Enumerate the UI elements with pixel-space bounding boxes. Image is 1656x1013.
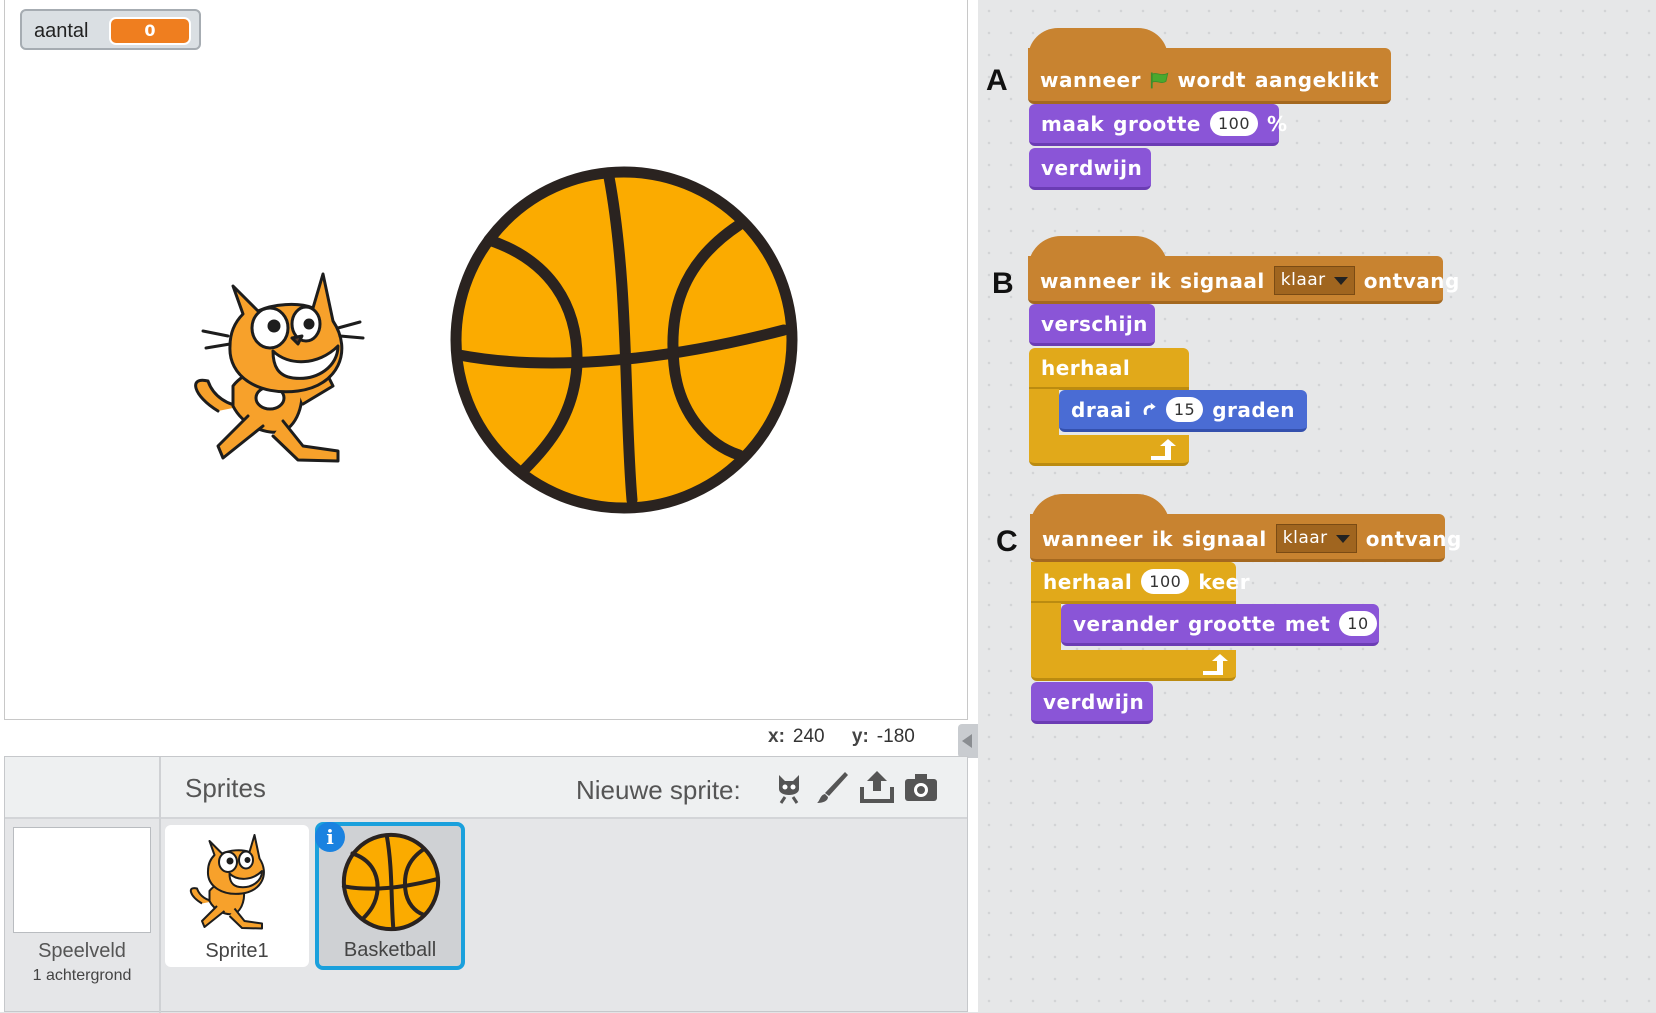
stage-column: Speelveld 1 achtergrond bbox=[5, 757, 161, 1013]
dropdown-value: klaar bbox=[1280, 270, 1326, 290]
size-input[interactable]: 100 bbox=[1210, 111, 1259, 136]
stage-panel: aantal 0 x: 240 y: -180 Speelveld 1 acht… bbox=[0, 0, 978, 1013]
stage[interactable]: aantal 0 bbox=[4, 0, 968, 720]
block-word: verdwijn bbox=[1043, 689, 1145, 714]
block-word: wanneer bbox=[1042, 526, 1143, 551]
arrow-left-icon bbox=[962, 734, 972, 748]
stage-backdrop-count: 1 achtergrond bbox=[32, 967, 132, 984]
basketball-thumbnail bbox=[341, 832, 441, 932]
block-word: wanneer bbox=[1040, 268, 1141, 293]
sprite-tile-sprite1[interactable]: Sprite1 bbox=[165, 825, 309, 967]
when-i-receive-block[interactable]: wanneer ik signaal klaar ontvang bbox=[1028, 256, 1459, 304]
new-sprite-label: Nieuwe sprite: bbox=[576, 775, 741, 805]
y-value: -180 bbox=[876, 726, 915, 747]
when-flag-clicked-block[interactable]: wanneer wordt aangeklikt bbox=[1028, 48, 1391, 104]
loop-arrow-icon bbox=[1203, 654, 1228, 675]
sprites-header: Sprites Nieuwe sprite: bbox=[161, 757, 967, 819]
stage-label: Speelveld bbox=[38, 940, 126, 962]
block-word: herhaal bbox=[1041, 355, 1131, 380]
block-word: grootte bbox=[1187, 611, 1276, 636]
block-word: verschijn bbox=[1041, 311, 1148, 336]
variable-monitor[interactable]: aantal 0 bbox=[20, 9, 201, 50]
set-size-block[interactable]: maak grootte 100 % bbox=[1029, 104, 1287, 146]
stage-column-header bbox=[5, 757, 159, 819]
block-word: % bbox=[1267, 111, 1288, 136]
block-word: aangeklikt bbox=[1255, 67, 1379, 92]
block-word: ontvang bbox=[1363, 268, 1460, 293]
script-label-b: B bbox=[992, 267, 1014, 300]
green-flag-icon bbox=[1150, 71, 1169, 88]
forever-block[interactable]: herhaal bbox=[1029, 348, 1189, 390]
block-word: maak bbox=[1041, 111, 1105, 136]
repeat-arm bbox=[1031, 603, 1061, 653]
block-word: herhaal bbox=[1043, 569, 1133, 594]
sprite-tile-basketball[interactable]: i Basketball bbox=[315, 822, 465, 970]
show-block[interactable]: verschijn bbox=[1029, 304, 1155, 346]
block-word: keer bbox=[1198, 569, 1251, 594]
basketball-sprite[interactable] bbox=[449, 165, 799, 515]
sprite-pane: Speelveld 1 achtergrond Sprites Nieuwe s… bbox=[4, 756, 968, 1013]
sprite1-name: Sprite1 bbox=[205, 940, 269, 962]
sprite-library-icon[interactable] bbox=[771, 769, 807, 805]
script-label-c: C bbox=[996, 525, 1018, 558]
block-word: wanneer bbox=[1040, 67, 1141, 92]
stage-thumbnail[interactable] bbox=[13, 827, 151, 933]
change-size-block[interactable]: verander grootte met 10 bbox=[1061, 604, 1379, 646]
block-word: ik bbox=[1149, 268, 1172, 293]
block-word: wordt bbox=[1177, 67, 1247, 92]
repeat-count-input[interactable]: 100 bbox=[1141, 569, 1190, 594]
scripts-area[interactable]: A wanneer wordt aangeklikt maak grootte … bbox=[978, 0, 1656, 1012]
block-word: ik bbox=[1151, 526, 1174, 551]
dropdown-arrow-icon bbox=[1335, 534, 1350, 543]
variable-value: 0 bbox=[109, 17, 191, 45]
dropdown-value: klaar bbox=[1282, 528, 1328, 548]
degrees-input[interactable]: 15 bbox=[1165, 397, 1204, 422]
block-word: verdwijn bbox=[1041, 155, 1143, 180]
repeat-block[interactable]: herhaal 100 keer bbox=[1031, 562, 1250, 604]
block-word: graden bbox=[1212, 397, 1295, 422]
sprites-title: Sprites bbox=[185, 773, 266, 803]
block-word: signaal bbox=[1180, 268, 1265, 293]
forever-arm bbox=[1029, 389, 1059, 438]
block-word: verander bbox=[1073, 611, 1179, 636]
upload-icon[interactable] bbox=[859, 769, 895, 805]
camera-icon[interactable] bbox=[903, 769, 939, 805]
block-word: grootte bbox=[1113, 111, 1201, 136]
turn-right-block[interactable]: draai 15 graden bbox=[1059, 390, 1307, 432]
block-word: ontvang bbox=[1365, 526, 1462, 551]
y-label: y: bbox=[851, 726, 869, 747]
basketball-name: Basketball bbox=[343, 939, 437, 961]
message-dropdown[interactable]: klaar bbox=[1275, 524, 1357, 553]
when-i-receive-block[interactable]: wanneer ik signaal klaar ontvang bbox=[1030, 514, 1461, 562]
rotate-clockwise-icon bbox=[1143, 402, 1156, 415]
collapse-stage-button[interactable] bbox=[958, 724, 978, 758]
message-dropdown[interactable]: klaar bbox=[1273, 266, 1355, 295]
forever-foot bbox=[1029, 435, 1189, 466]
mouse-coordinates: x: 240 y: -180 bbox=[768, 726, 937, 748]
block-word: signaal bbox=[1182, 526, 1267, 551]
x-value: 240 bbox=[792, 726, 825, 747]
size-change-input[interactable]: 10 bbox=[1339, 611, 1377, 636]
variable-name: aantal bbox=[34, 20, 89, 42]
hide-block[interactable]: verdwijn bbox=[1031, 682, 1153, 724]
hide-block[interactable]: verdwijn bbox=[1029, 148, 1151, 190]
block-word: met bbox=[1284, 611, 1331, 636]
repeat-foot bbox=[1031, 650, 1236, 681]
paint-brush-icon[interactable] bbox=[815, 769, 851, 805]
x-label: x: bbox=[768, 726, 785, 747]
cat-sprite[interactable] bbox=[188, 266, 378, 476]
loop-arrow-icon bbox=[1151, 439, 1176, 460]
script-label-a: A bbox=[986, 64, 1008, 97]
dropdown-arrow-icon bbox=[1333, 276, 1348, 285]
block-word: draai bbox=[1071, 397, 1132, 422]
sprite1-thumbnail bbox=[189, 834, 265, 930]
